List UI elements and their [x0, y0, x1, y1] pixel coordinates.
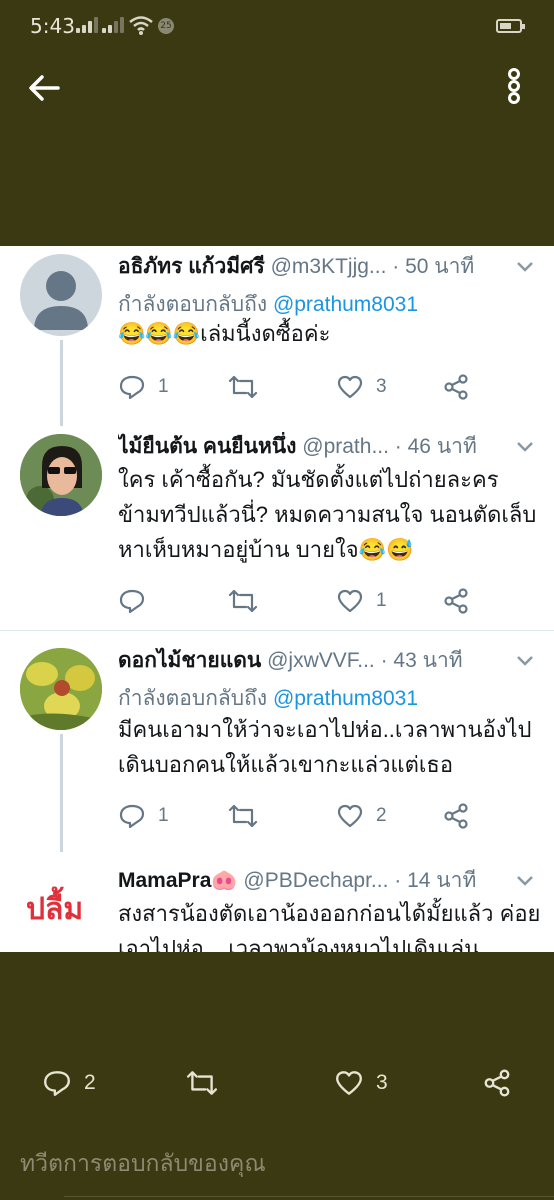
like-count: 3: [376, 376, 387, 397]
retweet-icon: [228, 804, 258, 828]
like-count: 3: [376, 1071, 388, 1094]
display-name[interactable]: ดอกไม้ชายแดน: [118, 649, 261, 672]
notification-badge: 25: [158, 18, 174, 34]
heart-icon: [337, 375, 363, 399]
reply-button[interactable]: 2: [42, 1068, 96, 1098]
reply-icon: [119, 375, 145, 400]
divider: [0, 630, 554, 631]
chevron-down-icon[interactable]: [516, 874, 534, 888]
like-count: 1: [376, 590, 387, 611]
replying-to-label: กำลังตอบกลับถึง: [118, 293, 268, 316]
user-handle[interactable]: @m3KTjjg...: [271, 255, 387, 278]
chevron-down-icon[interactable]: [516, 260, 534, 274]
share-icon: [444, 374, 468, 400]
tweet-header: ดอกไม้ชายแดน @jxwVVF... · 43 นาที: [118, 646, 518, 678]
heart-icon: [337, 804, 363, 828]
signal-icon-2: [102, 17, 124, 33]
retweet-button[interactable]: [228, 586, 270, 616]
battery-icon: [496, 19, 525, 33]
retweet-button[interactable]: [228, 372, 270, 402]
thread-line: [60, 340, 63, 426]
user-handle[interactable]: @prath...: [302, 435, 389, 458]
back-arrow-icon[interactable]: [24, 68, 64, 108]
tweet-header: อธิภัทร แก้วมีศรี @m3KTjjg... · 50 นาที: [118, 252, 518, 284]
reply-input[interactable]: ทวีตการตอบกลับของคุณ: [20, 1146, 266, 1182]
status-time: 5:43: [30, 14, 75, 38]
tweet-text: ใคร เค้าซื้อกัน? มันชัดตั้งแต่ไปถ่ายละคร…: [118, 467, 537, 562]
share-button[interactable]: [442, 586, 470, 616]
reply-icon: [119, 804, 145, 829]
default-avatar-icon: [34, 271, 88, 330]
thread-line: [60, 734, 63, 852]
pleum-label: ปลื้ม: [26, 892, 84, 927]
tweet-text: สงสารน้องตัดเอาน้องออกก่อนได้มั้ยแล้ว ค่…: [118, 901, 541, 952]
user-handle[interactable]: @PBDechapr...: [243, 869, 388, 892]
avatar[interactable]: [20, 434, 102, 516]
user-handle[interactable]: @jxwVVF...: [267, 649, 375, 672]
status-bar: 5:43 25: [0, 0, 554, 56]
share-icon: [444, 803, 468, 829]
tweet-header: MamaPra🐽 @PBDechapr... · 14 นาที: [118, 866, 518, 898]
replying-to-handle[interactable]: @prathum8031: [273, 687, 418, 710]
like-button[interactable]: 1: [336, 586, 387, 616]
display-name[interactable]: ไม้ยืนต้น คนยืนหนึ่ง: [118, 435, 296, 458]
user-photo-icon: [20, 434, 102, 516]
reply-count: 1: [158, 376, 169, 397]
avatar[interactable]: [20, 254, 102, 336]
reply-button[interactable]: 1: [118, 801, 169, 831]
retweet-icon: [186, 1071, 218, 1095]
tweet-text: มีคนเอามาให้ว่าจะเอาไปห่อ..เวลาพานอ้งไป …: [118, 717, 532, 777]
wifi-icon: [129, 16, 153, 35]
timestamp: · 46 นาที: [394, 435, 477, 458]
more-options-icon[interactable]: [496, 64, 532, 108]
like-button[interactable]: 3: [336, 372, 387, 402]
reply-button[interactable]: [118, 586, 158, 616]
heart-icon: [337, 589, 363, 613]
display-name[interactable]: อธิภัทร แก้วมีศรี: [118, 255, 265, 278]
display-name[interactable]: MamaPra🐽: [118, 869, 238, 892]
retweet-button[interactable]: [186, 1068, 230, 1098]
heart-icon: [336, 1071, 362, 1095]
divider: [64, 1196, 554, 1197]
avatar[interactable]: [20, 648, 102, 730]
chevron-down-icon[interactable]: [516, 654, 534, 668]
share-button[interactable]: [442, 801, 470, 831]
replying-to-handle[interactable]: @prathum8031: [273, 293, 418, 316]
retweet-icon: [228, 589, 258, 613]
reply-tweet[interactable]: ดอกไม้ชายแดน @jxwVVF... · 43 นาที กำลังต…: [0, 644, 554, 852]
like-count: 2: [376, 805, 387, 826]
replying-to: กำลังตอบกลับถึง @prathum8031: [118, 682, 538, 715]
like-button[interactable]: 2: [336, 801, 387, 831]
chevron-down-icon[interactable]: [516, 440, 534, 454]
reply-tweet[interactable]: ไม้ยืนต้น คนยืนหนึ่ง @prath... · 46 นาที…: [0, 426, 554, 626]
reply-count: 2: [84, 1071, 96, 1094]
reply-button[interactable]: 1: [118, 372, 169, 402]
timestamp: · 14 นาที: [394, 869, 477, 892]
replies-panel: อธิภัทร แก้วมีศรี @m3KTjjg... · 50 นาที …: [0, 246, 554, 952]
replying-to-label: กำลังตอบกลับถึง: [118, 687, 268, 710]
reply-icon: [119, 589, 145, 614]
like-button[interactable]: 3: [334, 1068, 388, 1098]
tweet-text: 😂😂😂เล่มนี้งดซื้อค่ะ: [118, 321, 331, 346]
retweet-icon: [228, 375, 258, 399]
share-icon: [484, 1069, 510, 1097]
share-icon: [444, 588, 468, 614]
timestamp: · 50 นาที: [392, 255, 475, 278]
share-button[interactable]: [442, 372, 470, 402]
reply-icon: [44, 1071, 70, 1096]
timestamp: · 43 นาที: [380, 649, 463, 672]
reply-tweet[interactable]: อธิภัทร แก้วมีศรี @m3KTjjg... · 50 นาที …: [0, 246, 554, 426]
tweet-header: ไม้ยืนต้น คนยืนหนึ่ง @prath... · 46 นาที: [118, 432, 518, 464]
retweet-button[interactable]: [228, 801, 270, 831]
signal-icon: [76, 17, 98, 33]
reply-count: 1: [158, 805, 169, 826]
share-button[interactable]: [482, 1068, 512, 1098]
flower-photo-icon: [20, 648, 102, 730]
